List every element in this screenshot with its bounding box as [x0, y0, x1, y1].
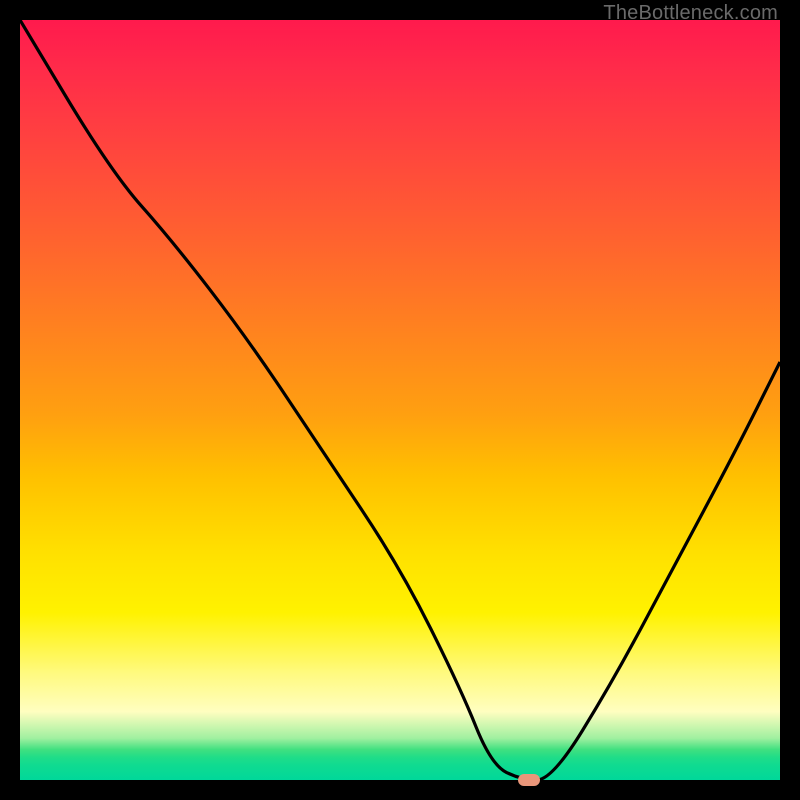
chart-container: TheBottleneck.com — [0, 0, 800, 800]
curve-path — [20, 20, 780, 780]
optimal-point-marker — [518, 774, 540, 786]
watermark-text: TheBottleneck.com — [603, 2, 778, 25]
plot-background — [20, 20, 780, 780]
bottleneck-curve — [20, 20, 780, 780]
